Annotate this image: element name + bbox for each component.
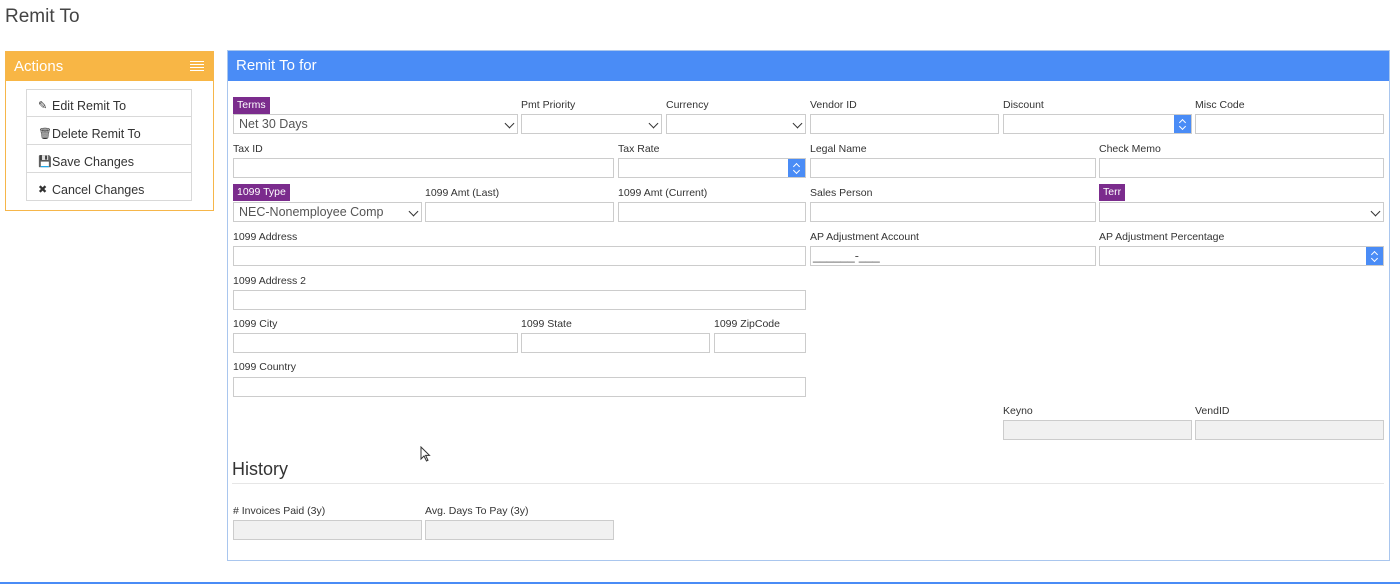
tax-id-input[interactable] — [233, 158, 614, 178]
city-1099-label: 1099 City — [233, 318, 278, 330]
pmt-priority-select[interactable] — [521, 114, 662, 134]
pencil-icon: ✎ — [38, 100, 48, 112]
address2-1099-input[interactable] — [233, 290, 806, 310]
type-1099-value: NEC-Nonemployee Comp — [239, 205, 384, 219]
currency-select[interactable] — [666, 114, 806, 134]
legal-name-label: Legal Name — [810, 143, 867, 155]
delete-remit-to-button[interactable]: 🗑 Delete Remit To — [26, 117, 192, 145]
keyno-field — [1003, 420, 1192, 440]
actions-header: Actions — [6, 52, 213, 81]
terr-select[interactable] — [1099, 202, 1384, 222]
terr-label: Terr — [1099, 184, 1126, 201]
save-changes-button[interactable]: 💾 Save Changes — [26, 145, 192, 173]
amt-current-1099-label: 1099 Amt (Current) — [618, 187, 708, 199]
amt-last-1099-label: 1099 Amt (Last) — [425, 187, 500, 199]
close-icon: ✖ — [38, 183, 48, 196]
vendid-label: VendID — [1195, 405, 1230, 417]
currency-label: Currency — [666, 99, 709, 111]
chevron-down-icon — [792, 118, 803, 129]
ap-adjustment-account-value: ______-___ — [813, 249, 880, 263]
spinner-icon[interactable] — [1174, 115, 1191, 133]
terms-select[interactable]: Net 30 Days — [233, 114, 518, 134]
sales-person-input[interactable] — [810, 202, 1096, 222]
edit-remit-to-label: Edit Remit To — [52, 99, 127, 114]
discount-label: Discount — [1003, 99, 1044, 111]
check-memo-label: Check Memo — [1099, 143, 1161, 155]
tax-id-label: Tax ID — [233, 143, 263, 155]
save-icon: 💾 — [38, 155, 52, 168]
type-1099-select[interactable]: NEC-Nonemployee Comp — [233, 202, 422, 222]
menu-icon[interactable] — [190, 61, 204, 72]
panel-title: Remit To for — [236, 57, 317, 74]
cancel-changes-label: Cancel Changes — [52, 182, 145, 197]
state-1099-label: 1099 State — [521, 318, 572, 330]
avg-days-to-pay-field — [425, 520, 614, 540]
amt-current-1099-input[interactable] — [618, 202, 806, 222]
tax-rate-label: Tax Rate — [618, 143, 660, 155]
tax-rate-input[interactable] — [618, 158, 806, 178]
save-changes-label: Save Changes — [52, 154, 135, 169]
sales-person-label: Sales Person — [810, 187, 873, 199]
vendor-id-input[interactable] — [810, 114, 999, 134]
panel-header: Remit To for — [228, 51, 1389, 81]
pmt-priority-label: Pmt Priority — [521, 99, 576, 111]
chevron-down-icon — [504, 118, 515, 129]
city-1099-input[interactable] — [233, 333, 518, 353]
chevron-down-icon — [648, 118, 659, 129]
spinner-icon[interactable] — [788, 159, 805, 177]
type-1099-label: 1099 Type — [233, 184, 290, 201]
page-title: Remit To — [5, 6, 80, 27]
spinner-icon[interactable] — [1366, 247, 1383, 265]
ap-adjustment-account-label: AP Adjustment Account — [810, 231, 919, 243]
history-title: History — [232, 459, 289, 479]
misc-code-input[interactable] — [1195, 114, 1384, 134]
state-1099-input[interactable] — [521, 333, 710, 353]
trash-icon: 🗑 — [38, 127, 52, 140]
edit-remit-to-button[interactable]: ✎ Edit Remit To — [26, 89, 192, 117]
cancel-changes-button[interactable]: ✖ Cancel Changes — [26, 173, 192, 201]
avg-days-to-pay-label: Avg. Days To Pay (3y) — [425, 505, 529, 517]
legal-name-input[interactable] — [810, 158, 1096, 178]
check-memo-input[interactable] — [1099, 158, 1384, 178]
vendor-id-label: Vendor ID — [810, 99, 857, 111]
vendid-field — [1195, 420, 1384, 440]
terms-value: Net 30 Days — [239, 117, 308, 131]
misc-code-label: Misc Code — [1195, 99, 1245, 111]
delete-remit-to-label: Delete Remit To — [52, 126, 141, 141]
actions-list: ✎ Edit Remit To 🗑 Delete Remit To 💾 Save… — [26, 89, 192, 201]
discount-input[interactable] — [1003, 114, 1192, 134]
address-1099-input[interactable] — [233, 246, 806, 266]
address2-1099-label: 1099 Address 2 — [233, 275, 306, 287]
chevron-down-icon — [408, 206, 419, 217]
country-1099-label: 1099 Country — [233, 361, 297, 373]
amt-last-1099-input[interactable] — [425, 202, 614, 222]
country-1099-input[interactable] — [233, 377, 806, 397]
ap-adjustment-percentage-label: AP Adjustment Percentage — [1099, 231, 1225, 243]
mouse-cursor-icon — [420, 446, 431, 462]
ap-adjustment-percentage-input[interactable] — [1099, 246, 1384, 266]
actions-title: Actions — [14, 58, 64, 75]
address-1099-label: 1099 Address — [233, 231, 298, 243]
ap-adjustment-account-input[interactable]: ______-___ — [810, 246, 1096, 266]
invoices-paid-label: # Invoices Paid (3y) — [233, 505, 326, 517]
invoices-paid-field — [233, 520, 422, 540]
zip-1099-input[interactable] — [714, 333, 806, 353]
zip-1099-label: 1099 ZipCode — [714, 318, 780, 330]
chevron-down-icon — [1370, 206, 1381, 217]
history-divider — [232, 483, 1384, 484]
terms-label: Terms — [233, 97, 270, 114]
keyno-label: Keyno — [1003, 405, 1033, 417]
